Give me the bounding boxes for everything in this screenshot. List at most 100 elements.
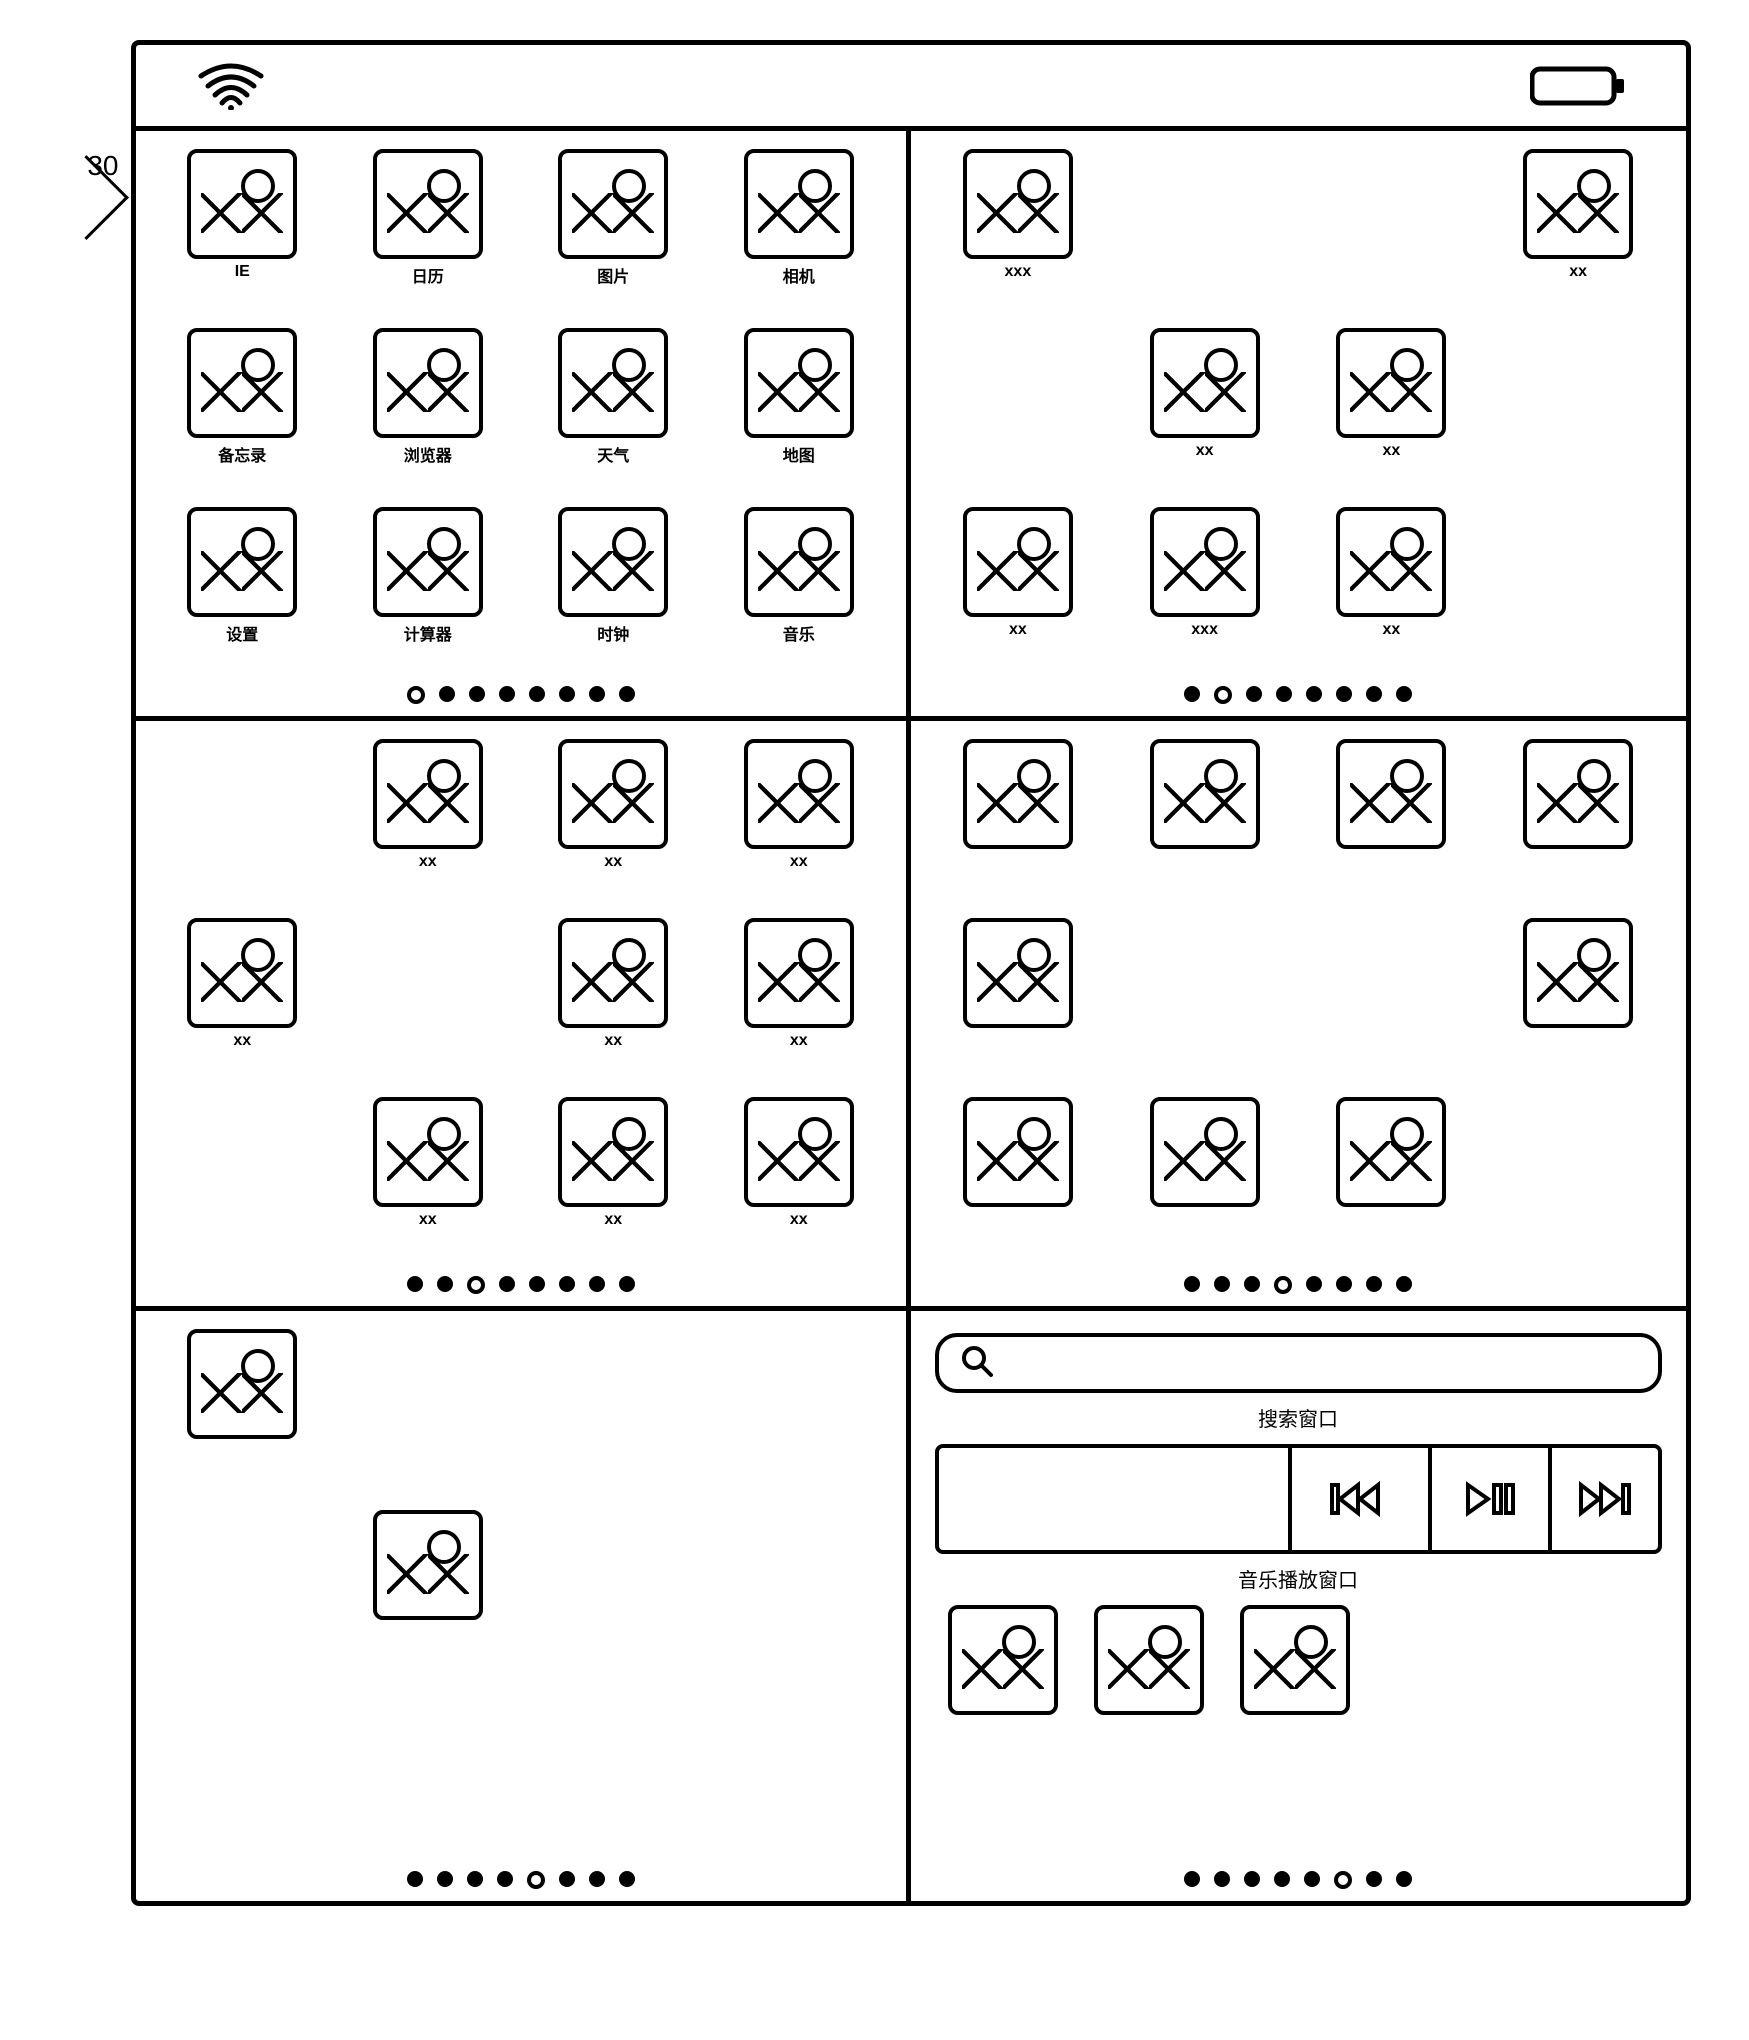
app-icon[interactable] [943, 1605, 1063, 1739]
page-dot[interactable] [527, 1871, 545, 1889]
page-dot[interactable] [559, 1276, 575, 1292]
page-dot[interactable] [1304, 1871, 1320, 1887]
app-icon[interactable] [1331, 1097, 1451, 1231]
page-dot[interactable] [499, 1276, 515, 1292]
page-dot[interactable] [1246, 686, 1262, 702]
page-dot[interactable] [497, 1871, 513, 1887]
app-icon[interactable]: xx [368, 1097, 488, 1231]
app-icon[interactable]: 音乐 [739, 507, 859, 641]
page-dot[interactable] [1366, 1871, 1382, 1887]
app-icon[interactable]: 浏览器 [368, 328, 488, 462]
page-dot[interactable] [469, 686, 485, 702]
search-input[interactable] [935, 1333, 1662, 1393]
page-dot[interactable] [1276, 686, 1292, 702]
app-icon[interactable]: xx [739, 918, 859, 1052]
page-indicator[interactable] [160, 1865, 882, 1893]
page-dot[interactable] [589, 1276, 605, 1292]
page-dot[interactable] [1366, 1276, 1382, 1292]
app-icon[interactable]: xx [1518, 149, 1638, 283]
app-icon[interactable] [368, 1510, 488, 1644]
page-indicator[interactable] [935, 1270, 1662, 1298]
app-icon[interactable] [958, 918, 1078, 1052]
page-dot[interactable] [1274, 1871, 1290, 1887]
app-icon[interactable] [1518, 739, 1638, 873]
page-indicator[interactable] [160, 680, 882, 708]
page-dot[interactable] [439, 686, 455, 702]
app-icon[interactable]: 日历 [368, 149, 488, 283]
app-icon[interactable]: 地图 [739, 328, 859, 462]
page-dot[interactable] [499, 686, 515, 702]
page-indicator[interactable] [160, 1270, 882, 1298]
page-dot[interactable] [619, 1871, 635, 1887]
page-dot[interactable] [1396, 1871, 1412, 1887]
page-dot[interactable] [619, 1276, 635, 1292]
page-dot[interactable] [1214, 686, 1232, 704]
page-dot[interactable] [1244, 1871, 1260, 1887]
page-dot[interactable] [589, 686, 605, 702]
page-dot[interactable] [529, 686, 545, 702]
app-icon[interactable]: xx [368, 739, 488, 873]
page-dot[interactable] [1396, 1276, 1412, 1292]
page-dot[interactable] [1306, 686, 1322, 702]
app-icon[interactable]: 备忘录 [182, 328, 302, 462]
page-dot[interactable] [1274, 1276, 1292, 1294]
app-icon[interactable]: xx [182, 918, 302, 1052]
app-icon[interactable]: xx [553, 739, 673, 873]
app-icon[interactable] [1145, 1097, 1265, 1231]
page-dot[interactable] [407, 686, 425, 704]
page-dot[interactable] [1184, 1871, 1200, 1887]
page-dot[interactable] [1306, 1276, 1322, 1292]
app-icon[interactable] [1331, 739, 1451, 873]
play-pause-button[interactable] [1428, 1448, 1548, 1550]
app-icon[interactable]: 天气 [553, 328, 673, 462]
app-icon[interactable]: xx [1331, 328, 1451, 462]
app-icon[interactable]: 图片 [553, 149, 673, 283]
app-icon[interactable]: xx [739, 739, 859, 873]
page-dot[interactable] [1336, 1276, 1352, 1292]
page-dot[interactable] [1184, 686, 1200, 702]
page-dot[interactable] [1334, 1871, 1352, 1889]
page-dot[interactable] [619, 686, 635, 702]
app-icon[interactable]: xx [1145, 328, 1265, 462]
app-icon[interactable]: 时钟 [553, 507, 673, 641]
app-icon[interactable]: xxx [1145, 507, 1265, 641]
page-dot[interactable] [1396, 686, 1412, 702]
page-indicator[interactable] [935, 680, 1662, 708]
page-dot[interactable] [1336, 686, 1352, 702]
page-dot[interactable] [1214, 1871, 1230, 1887]
app-icon[interactable]: xxx [958, 149, 1078, 283]
page-dot[interactable] [407, 1871, 423, 1887]
page-dot[interactable] [529, 1276, 545, 1292]
page-dot[interactable] [1244, 1276, 1260, 1292]
app-icon[interactable] [1518, 918, 1638, 1052]
app-icon[interactable]: 设置 [182, 507, 302, 641]
app-icon[interactable]: xx [553, 918, 673, 1052]
app-icon[interactable]: IE [182, 149, 302, 283]
page-dot[interactable] [559, 686, 575, 702]
next-button[interactable] [1548, 1448, 1658, 1550]
app-icon[interactable] [1089, 1605, 1209, 1739]
page-indicator[interactable] [935, 1865, 1662, 1893]
page-dot[interactable] [1184, 1276, 1200, 1292]
page-dot[interactable] [467, 1871, 483, 1887]
app-icon[interactable] [1145, 739, 1265, 873]
page-dot[interactable] [589, 1871, 605, 1887]
app-icon[interactable]: xx [1331, 507, 1451, 641]
app-icon[interactable] [182, 1329, 302, 1463]
app-icon[interactable]: 计算器 [368, 507, 488, 641]
app-icon[interactable]: xx [553, 1097, 673, 1231]
page-dot[interactable] [437, 1276, 453, 1292]
app-icon[interactable] [958, 1097, 1078, 1231]
app-icon[interactable] [958, 739, 1078, 873]
page-dot[interactable] [467, 1276, 485, 1294]
app-icon[interactable]: xx [958, 507, 1078, 641]
page-dot[interactable] [407, 1276, 423, 1292]
app-icon[interactable] [1235, 1605, 1355, 1739]
page-dot[interactable] [559, 1871, 575, 1887]
app-icon[interactable]: xx [739, 1097, 859, 1231]
app-icon[interactable]: 相机 [739, 149, 859, 283]
page-dot[interactable] [437, 1871, 453, 1887]
previous-button[interactable] [1288, 1448, 1428, 1550]
page-dot[interactable] [1214, 1276, 1230, 1292]
page-dot[interactable] [1366, 686, 1382, 702]
